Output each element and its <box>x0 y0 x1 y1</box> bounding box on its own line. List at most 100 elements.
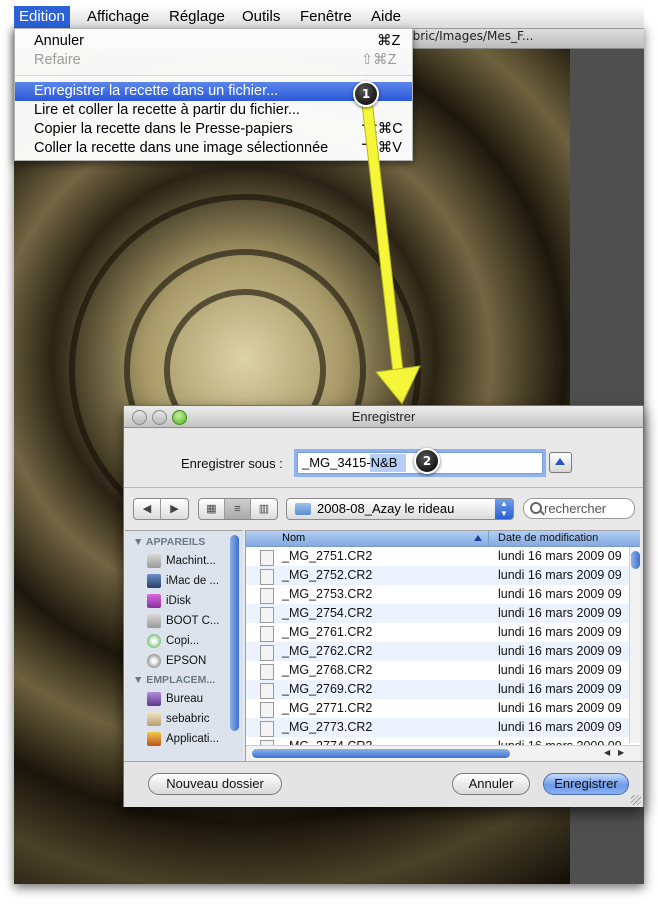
view-mode-control: ▦ ≡ ▥ <box>198 498 278 520</box>
file-row[interactable]: _MG_2753.CR2 lundi 16 mars 2009 09 <box>246 585 640 604</box>
sidebar-item-imac[interactable]: iMac de ... <box>147 572 227 590</box>
back-arrow-icon[interactable]: ◀ <box>134 499 160 519</box>
dialog-title: Enregistrer <box>351 409 416 424</box>
file-date: lundi 16 mars 2009 09 <box>498 568 622 582</box>
raw-file-icon <box>260 588 274 604</box>
folder-icon <box>295 503 311 515</box>
current-folder-label: 2008-08_Azay le rideau <box>317 501 455 516</box>
sidebar-item-label: Bureau <box>166 693 204 705</box>
file-date: lundi 16 mars 2009 09 <box>498 663 622 677</box>
sidebar-item-label: sebabric <box>166 713 210 725</box>
raw-file-icon <box>260 702 274 718</box>
scrollbar-thumb[interactable] <box>631 551 640 569</box>
raw-file-icon <box>260 607 274 623</box>
file-row[interactable]: _MG_2771.CR2 lundi 16 mars 2009 09 <box>246 699 640 718</box>
sidebar-scrollbar[interactable] <box>230 535 239 731</box>
sidebar-item-bootcamp[interactable]: BOOT C... <box>147 612 227 630</box>
scrollbar-thumb[interactable] <box>252 749 510 758</box>
column-header-name[interactable]: Nom <box>282 531 305 546</box>
file-name: _MG_2771.CR2 <box>282 701 373 715</box>
annotation-arrow-shaft <box>361 99 405 383</box>
cancel-button[interactable]: Annuler <box>452 773 530 795</box>
step-badge-1: 1 <box>353 81 379 107</box>
file-row[interactable]: _MG_2751.CR2 lundi 16 mars 2009 09 <box>246 547 640 566</box>
file-name: _MG_2773.CR2 <box>282 720 373 734</box>
scroll-left-icon[interactable]: ◀ <box>604 748 610 757</box>
resize-grip-icon[interactable] <box>631 795 641 805</box>
file-name: _MG_2761.CR2 <box>282 625 373 639</box>
sidebar-item-home[interactable]: sebabric <box>147 710 227 728</box>
new-folder-button[interactable]: Nouveau dossier <box>148 773 282 795</box>
sidebar-item-label: EPSON <box>166 655 207 667</box>
disc-icon <box>147 654 161 668</box>
sidebar-item-applications[interactable]: Applicati... <box>147 730 227 748</box>
file-list-vertical-scrollbar[interactable] <box>629 547 640 743</box>
filename-value: _MG_3415-N&B <box>302 455 398 470</box>
file-row[interactable]: _MG_2773.CR2 lundi 16 mars 2009 09 <box>246 718 640 737</box>
file-name: _MG_2753.CR2 <box>282 587 373 601</box>
chevron-updown-icon: ▲ ▼ <box>495 499 513 519</box>
file-date: lundi 16 mars 2009 09 <box>498 625 622 639</box>
sidebar-item-idisk[interactable]: iDisk <box>147 592 227 610</box>
forward-arrow-icon[interactable]: ▶ <box>161 499 188 519</box>
sidebar-header-devices: ▼ APPAREILS <box>133 536 206 548</box>
hard-drive-icon <box>147 614 161 628</box>
sidebar-item-label: Machint... <box>166 555 216 567</box>
file-name: _MG_2754.CR2 <box>282 606 373 620</box>
raw-file-icon <box>260 721 274 737</box>
sidebar-item-label: BOOT C... <box>166 615 220 627</box>
applications-icon <box>147 732 161 746</box>
save-dialog: Enregistrer Enregistrer sous : _MG_3415-… <box>123 405 644 807</box>
step-badge-2: 2 <box>414 448 440 474</box>
annotation-arrow-head <box>375 365 421 405</box>
scroll-right-icon[interactable]: ▶ <box>618 748 624 757</box>
file-name: _MG_2768.CR2 <box>282 663 373 677</box>
file-row[interactable]: _MG_2769.CR2 lundi 16 mars 2009 09 <box>246 680 640 699</box>
file-row[interactable]: _MG_2762.CR2 lundi 16 mars 2009 09 <box>246 642 640 661</box>
file-date: lundi 16 mars 2009 09 <box>498 549 622 563</box>
sort-ascending-icon <box>474 535 482 541</box>
file-row[interactable]: _MG_2761.CR2 lundi 16 mars 2009 09 <box>246 623 640 642</box>
file-name: _MG_2762.CR2 <box>282 644 373 658</box>
file-date: lundi 16 mars 2009 09 <box>498 701 622 715</box>
file-date: lundi 16 mars 2009 09 <box>498 644 622 658</box>
expand-dialog-button[interactable] <box>549 452 572 473</box>
folder-popup[interactable]: 2008-08_Azay le rideau ▲ ▼ <box>286 498 514 520</box>
raw-file-icon <box>260 645 274 661</box>
dialog-titlebar: Enregistrer <box>124 406 643 428</box>
file-row[interactable]: _MG_2752.CR2 lundi 16 mars 2009 09 <box>246 566 640 585</box>
raw-file-icon <box>260 683 274 699</box>
file-date: lundi 16 mars 2009 09 <box>498 606 622 620</box>
raw-file-icon <box>260 550 274 566</box>
sidebar-item-copie[interactable]: Copi... ⏏ <box>147 632 239 650</box>
search-field[interactable]: rechercher <box>523 498 635 519</box>
sidebar-item-machintosh[interactable]: Machint... <box>147 552 227 570</box>
icon-view-icon[interactable]: ▦ <box>199 499 224 519</box>
file-name: _MG_2752.CR2 <box>282 568 373 582</box>
file-date: lundi 16 mars 2009 09 <box>498 587 622 601</box>
home-icon <box>147 712 161 726</box>
file-row[interactable]: _MG_2768.CR2 lundi 16 mars 2009 09 <box>246 661 640 680</box>
sidebar-item-label: Copi... <box>166 635 200 647</box>
dialog-button-bar: Nouveau dossier Annuler Enregistrer <box>124 761 643 807</box>
file-row[interactable]: _MG_2754.CR2 lundi 16 mars 2009 09 <box>246 604 640 623</box>
toolbar-separator <box>124 487 643 488</box>
column-header-date[interactable]: Date de modification <box>498 531 598 546</box>
file-list: Nom Date de modification _MG_2751.CR2lun… <box>245 530 640 761</box>
search-placeholder: rechercher <box>544 501 607 516</box>
sidebar-item-bureau[interactable]: Bureau <box>147 690 227 708</box>
disc-icon <box>147 634 161 648</box>
raw-file-icon <box>260 626 274 642</box>
file-name: _MG_2751.CR2 <box>282 549 373 563</box>
list-view-icon[interactable]: ≡ <box>225 499 250 519</box>
sidebar-item-epson[interactable]: EPSON ⏏ <box>147 652 239 670</box>
file-list-horizontal-scrollbar[interactable]: ◀ ▶ <box>246 745 640 761</box>
back-forward-control: ◀ ▶ <box>133 498 189 520</box>
save-button[interactable]: Enregistrer <box>543 773 629 795</box>
file-list-header: Nom Date de modification <box>246 531 640 547</box>
sidebar-item-label: iMac de ... <box>166 575 220 587</box>
file-date: lundi 16 mars 2009 09 <box>498 720 622 734</box>
imac-icon <box>147 574 161 588</box>
file-date: lundi 16 mars 2009 09 <box>498 682 622 696</box>
column-view-icon[interactable]: ▥ <box>251 499 277 519</box>
